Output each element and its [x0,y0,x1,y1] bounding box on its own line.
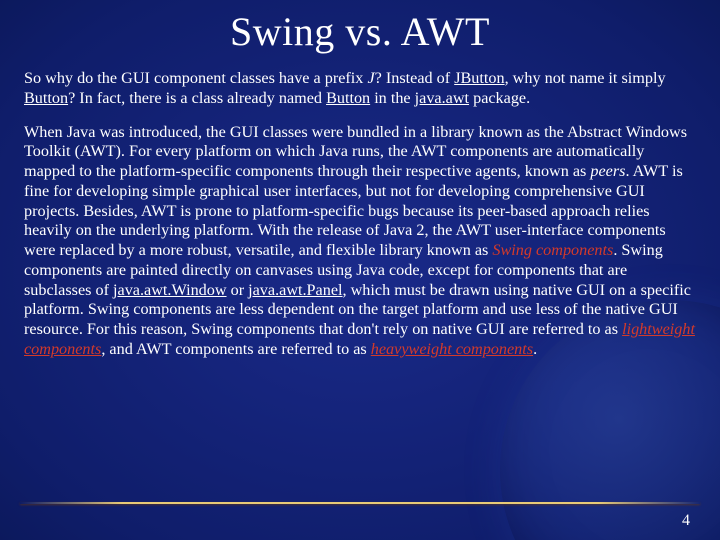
underline-jbutton: JButton [454,69,504,87]
divider-line [20,502,700,504]
italic-peers: peers [590,162,625,180]
underline-java-awt: java.awt [415,89,469,107]
text: package. [469,89,530,107]
text: . [533,340,537,358]
slide-title: Swing vs. AWT [24,8,696,55]
text: ? Instead of [375,69,455,87]
slide-container: Swing vs. AWT So why do the GUI componen… [0,0,720,540]
paragraph-main: When Java was introduced, the GUI classe… [24,123,696,360]
text: ? In fact, there is a class already name… [68,89,326,107]
red-heavyweight-components: heavyweight components [371,340,533,358]
underline-java-awt-window: java.awt.Window [113,281,227,299]
text: , why not name it simply [505,69,666,87]
underline-button-2: Button [326,89,370,107]
text: , and AWT components are referred to as [101,340,370,358]
underline-button: Button [24,89,68,107]
page-number: 4 [682,512,690,530]
text: or [227,281,249,299]
paragraph-intro: So why do the GUI component classes have… [24,69,696,109]
italic-j: J [367,69,374,87]
underline-java-awt-panel: java.awt.Panel [248,281,342,299]
text: When Java was introduced, the GUI classe… [24,123,687,181]
text: in the [370,89,415,107]
text: So why do the GUI component classes have… [24,69,367,87]
red-swing-components: Swing components [492,241,613,259]
